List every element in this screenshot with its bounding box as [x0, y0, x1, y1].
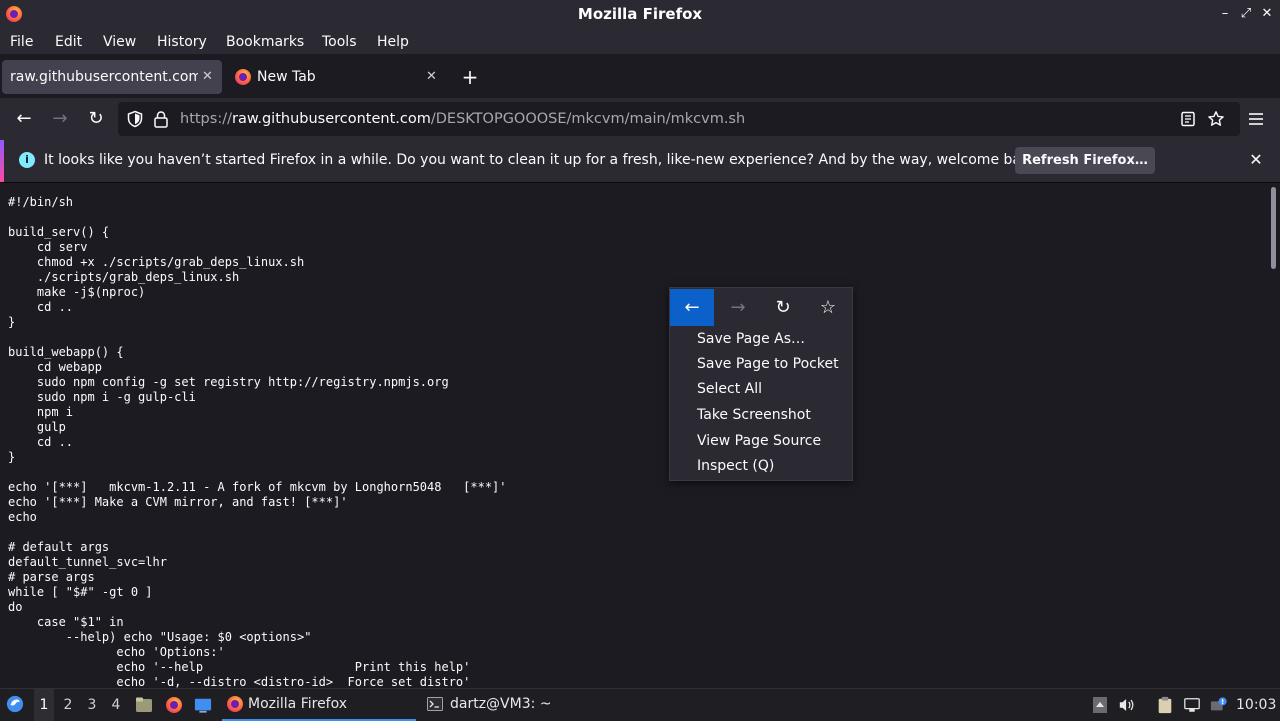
close-tab-icon[interactable]: ✕ [426, 60, 437, 94]
url-path: /DESKTOPGOOOSE/mkcvm/main/mkcvm.sh [430, 111, 746, 127]
firefox-window-icon [227, 696, 243, 712]
tab-title: New Tab [257, 69, 316, 85]
url-bar[interactable]: https://raw.githubusercontent.com/DESKTO… [118, 102, 1240, 136]
new-tab-button[interactable]: + [458, 65, 482, 89]
url-host: raw.githubusercontent.com [231, 111, 431, 127]
workspace-1[interactable]: 1 [34, 689, 54, 721]
url-scheme: https:// [180, 111, 232, 127]
start-menu-icon[interactable] [6, 695, 24, 713]
refresh-firefox-button[interactable]: Refresh Firefox… [1015, 147, 1155, 174]
tab-new-tab[interactable]: New Tab ✕ [226, 60, 446, 94]
window-title: Mozilla Firefox [577, 5, 703, 23]
notification-bar: i It looks like you haven’t started Fire… [0, 140, 1280, 183]
menu-item-view-page-source[interactable]: View Page Source [697, 430, 821, 452]
back-button[interactable]: ← [10, 105, 38, 133]
scrollbar[interactable] [1268, 183, 1280, 688]
menu-item-take-screenshot[interactable]: Take Screenshot [697, 404, 811, 426]
taskbar: 1 2 3 4 Mozilla Firefox dartz@VM3: ~ 10:… [0, 688, 1280, 721]
reload-button[interactable]: ↻ [82, 105, 110, 133]
clock: 10:03 [1236, 697, 1277, 713]
volume-icon[interactable] [1118, 696, 1136, 714]
tray-up-arrow-icon[interactable] [1091, 696, 1109, 714]
info-icon: i [19, 152, 35, 168]
close-window-button[interactable]: ✕ [1259, 6, 1275, 22]
menu-item-select-all[interactable]: Select All [697, 378, 762, 400]
firefox-launcher-icon[interactable] [166, 697, 182, 713]
bookmark-star-icon[interactable] [1207, 110, 1225, 128]
file-manager-icon[interactable] [135, 696, 153, 714]
menu-item-save-page-as[interactable]: Save Page As… [697, 328, 805, 350]
maximize-button[interactable]: ⤢ [1238, 6, 1254, 22]
menu-bar: File Edit View History Bookmarks Tools H… [0, 29, 1280, 54]
title-bar: Mozilla Firefox – ⤢ ✕ [0, 0, 1280, 29]
minimize-button[interactable]: – [1217, 6, 1233, 22]
forward-button[interactable]: → [46, 105, 74, 133]
scrollbar-thumb[interactable] [1271, 187, 1276, 269]
context-reload-button[interactable]: ↻ [761, 289, 805, 326]
clipboard-icon[interactable] [1156, 696, 1174, 714]
close-notification-icon[interactable]: ✕ [1245, 149, 1267, 171]
menu-view[interactable]: View [103, 32, 136, 52]
tab-title: raw.githubusercontent.com/DESKTOPGOOOSE/… [10, 69, 198, 85]
menu-help[interactable]: Help [377, 32, 409, 52]
menu-history[interactable]: History [157, 32, 207, 52]
workspace-2[interactable]: 2 [58, 689, 78, 721]
menu-item-save-to-pocket[interactable]: Save Page to Pocket [697, 353, 839, 375]
lock-icon[interactable] [153, 110, 169, 128]
context-back-button[interactable]: ← [670, 289, 714, 326]
workspace-4[interactable]: 4 [106, 689, 126, 721]
taskbar-terminal-window[interactable]: dartz@VM3: ~ [422, 690, 622, 719]
context-bookmark-icon[interactable]: ☆ [806, 289, 850, 326]
notification-message: It looks like you haven’t started Firefo… [44, 152, 1043, 168]
shield-icon[interactable] [126, 110, 144, 128]
menu-tools[interactable]: Tools [322, 32, 357, 52]
navigation-bar: ← → ↻ https://raw.githubusercontent.com/… [0, 98, 1280, 140]
context-forward-button[interactable]: → [716, 289, 760, 326]
network-icon[interactable] [1183, 696, 1201, 714]
hamburger-menu-icon[interactable] [1247, 110, 1265, 128]
close-tab-icon[interactable]: ✕ [202, 60, 213, 94]
update-notifier-icon[interactable] [1210, 696, 1228, 714]
tab-raw-github[interactable]: raw.githubusercontent.com/DESKTOPGOOOSE/… [2, 60, 222, 94]
menu-item-inspect[interactable]: Inspect (Q) [697, 455, 774, 477]
page-content: #!/bin/sh build_serv() { cd serv chmod +… [0, 183, 1268, 688]
taskbar-firefox-window[interactable]: Mozilla Firefox [222, 690, 416, 721]
context-menu: ← → ↻ ☆ Save Page As… Save Page to Pocke… [669, 287, 853, 481]
reader-view-icon[interactable] [1180, 111, 1196, 127]
workspace-3[interactable]: 3 [82, 689, 102, 721]
url-text[interactable]: https://raw.githubusercontent.com/DESKTO… [180, 102, 745, 136]
task-label: Mozilla Firefox [248, 696, 348, 712]
menu-edit[interactable]: Edit [55, 32, 82, 52]
terminal-icon [427, 697, 443, 711]
menu-file[interactable]: File [10, 32, 33, 52]
firefox-favicon-icon [235, 69, 251, 85]
desktop-icon[interactable] [194, 696, 212, 714]
notification-accent [0, 140, 4, 182]
script-source-text: #!/bin/sh build_serv() { cd serv chmod +… [8, 195, 507, 688]
task-label: dartz@VM3: ~ [450, 696, 552, 712]
tab-strip: raw.githubusercontent.com/DESKTOPGOOOSE/… [0, 56, 1280, 98]
menu-bookmarks[interactable]: Bookmarks [226, 32, 304, 52]
